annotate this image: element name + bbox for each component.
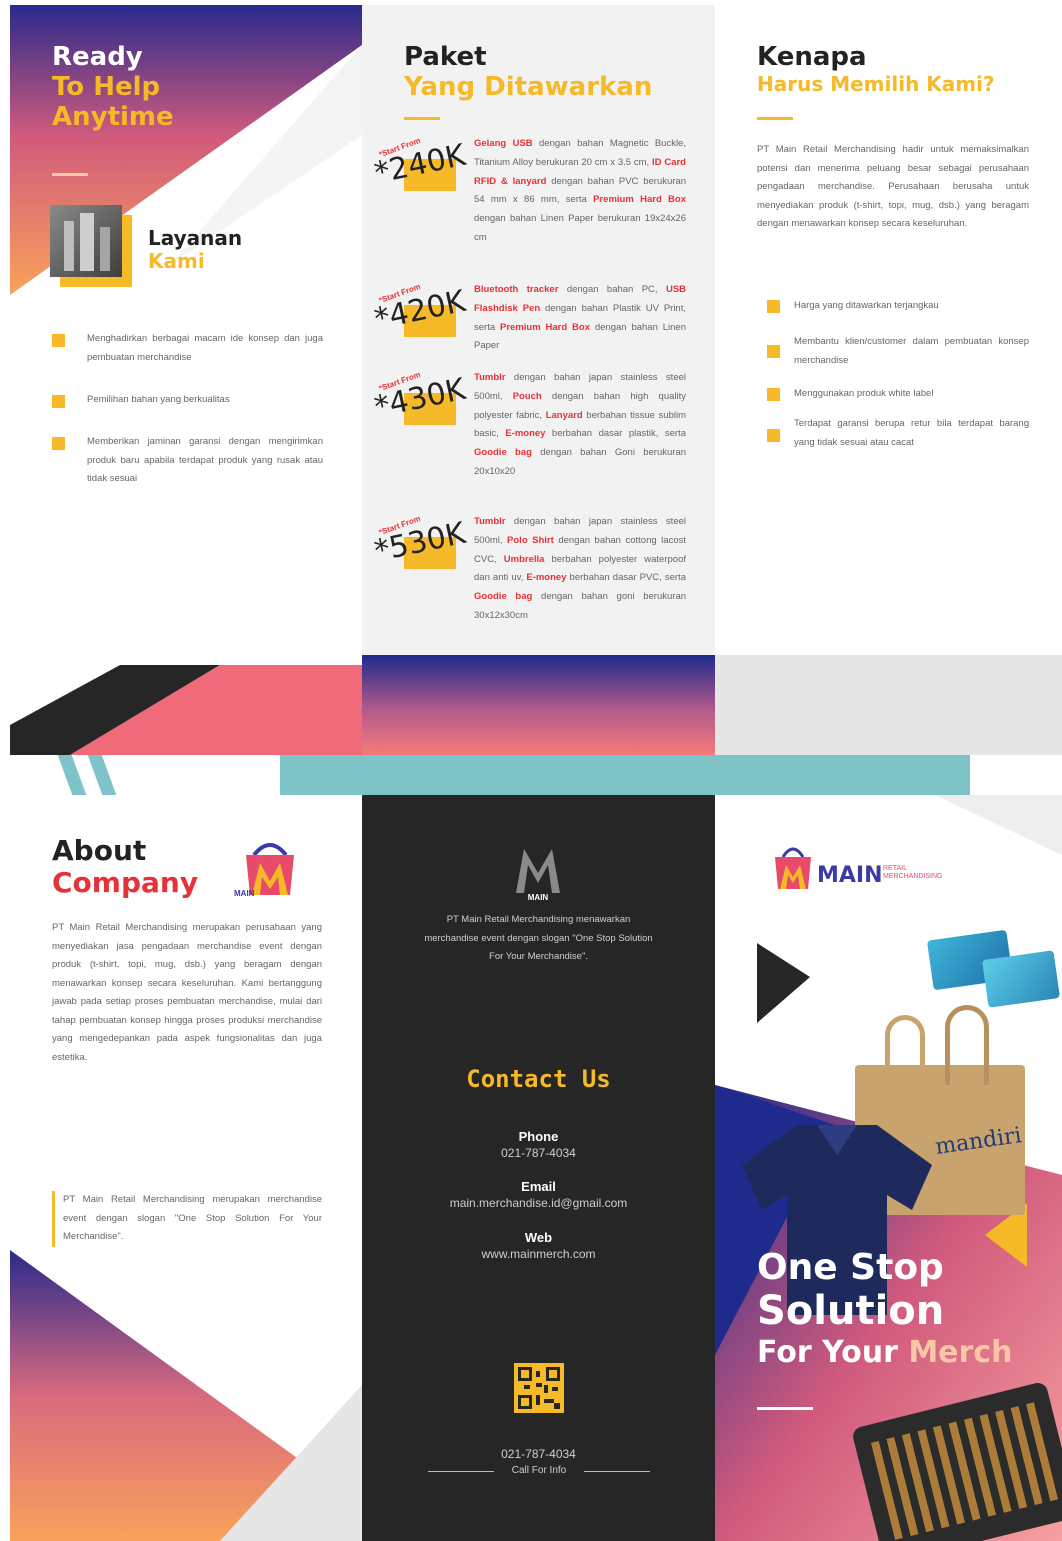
about-logo: MAIN — [230, 833, 310, 903]
why-title: Kenapa — [757, 42, 867, 72]
sheet-gap-decoration — [10, 755, 1062, 795]
bag-logo-text: mandiri — [933, 1123, 1024, 1160]
product-name: Premium Hard Box — [593, 194, 686, 206]
contact-email: Email main.merchandise.id@gmail.com — [449, 1179, 628, 1210]
price-badge: *Start From *530K — [371, 513, 469, 570]
card-image — [982, 950, 1060, 1008]
panel-why: Kenapa Harus Memilih Kami? PT Main Retai… — [715, 5, 1062, 755]
product-name: Pouch — [512, 390, 542, 402]
product-name: Gelang USB — [474, 138, 533, 149]
qr-phone: 021-787-4034 — [501, 1447, 576, 1461]
packages-title: Paket — [404, 42, 487, 72]
m-logo-icon — [516, 849, 560, 893]
why-item: Menggunakan produk white label — [767, 385, 1029, 404]
package-item: *Start From *240K Gelang USB dengan baha… — [371, 135, 704, 265]
bullet-square — [52, 334, 65, 347]
product-name: Tumblr — [474, 516, 506, 527]
bullet-square — [767, 388, 780, 401]
package-description: Bluetooth tracker dengan bahan PC, USB F… — [474, 281, 686, 356]
panel-services: Ready To Help Anytime Layanan Kami Mengh… — [10, 5, 362, 755]
product-detail: dengan bahan PC, — [558, 284, 666, 295]
product-name: Lanyard — [545, 409, 583, 421]
services-title: Layanan — [148, 226, 243, 250]
bullet-square — [767, 429, 780, 442]
product-name: Tumblr — [474, 372, 506, 383]
cover-brand: MAIN — [817, 863, 883, 888]
contact-web: Web www.mainmerch.com — [481, 1230, 596, 1261]
about-title-1: About — [52, 834, 147, 867]
why-paragraph: PT Main Retail Merchandising hadir untuk… — [757, 144, 1029, 230]
hero-line-2: To Help — [52, 71, 161, 102]
cover-line-3: For Your Merch — [757, 1335, 1013, 1371]
why-bottom-band — [715, 655, 1062, 755]
cover-line-1: One Stop — [757, 1247, 944, 1288]
shopping-bag-logo-icon — [775, 847, 811, 889]
cover-brand-sub: RETAIL MERCHANDISING — [883, 865, 943, 881]
packages-divider — [404, 117, 440, 120]
hero-line-1: Ready — [52, 42, 143, 72]
product-name: Premium Hard Box — [500, 321, 590, 333]
about-paragraph: PT Main Retail Merchandising merupakan p… — [52, 922, 322, 1063]
product-name: Bluetooth tracker — [474, 284, 559, 295]
brochure-outside: About Company MAIN PT Main Retail Mercha… — [10, 795, 1062, 1541]
package-item: *Start From *530K Tumblr dengan bahan ja… — [371, 513, 704, 643]
package-item: *Start From *420K Bluetooth tracker deng… — [371, 281, 704, 361]
product-detail: dengan bahan Linen Paper berukuran 19x24… — [474, 213, 686, 243]
price-badge: *Start From *240K — [371, 135, 469, 192]
bullet-square — [767, 300, 780, 313]
panel-cover: MAIN RETAIL MERCHANDISING mandiri One St… — [715, 795, 1062, 1541]
package-description: Tumblr dengan bahan japan stainless stee… — [474, 513, 686, 626]
why-item: Harga yang ditawarkan terjangkau — [767, 297, 1029, 316]
packages-subtitle: Yang Ditawarkan — [404, 71, 653, 102]
bullet-square — [52, 395, 65, 408]
panel-packages: Paket Yang Ditawarkan *Start From *240K … — [362, 5, 715, 755]
service-item: Pemilihan bahan yang berkualitas — [52, 391, 324, 410]
product-name: Goodie bag — [474, 591, 533, 603]
contact-title: Contact Us — [466, 1065, 611, 1093]
product-name: E-money — [526, 572, 567, 584]
bullet-square — [52, 437, 65, 450]
package-description: Tumblr dengan bahan japan stainless stee… — [474, 369, 686, 482]
why-divider — [757, 117, 793, 120]
product-name: Goodie bag — [474, 447, 532, 459]
hero-line-3: Anytime — [52, 101, 174, 132]
product-name: Umbrella — [503, 553, 545, 565]
cover-divider — [757, 1407, 813, 1410]
hero-divider — [52, 173, 88, 176]
why-item: Membantu klien/customer dalam pembuatan … — [767, 333, 1029, 370]
product-detail: berbahan dasar plastik, serta — [545, 428, 686, 440]
cover-line-2: Solution — [757, 1288, 945, 1335]
product-name: Polo Shirt — [507, 534, 554, 546]
contact-phone: Phone 021-787-4034 — [501, 1129, 576, 1160]
why-item: Terdapat garansi berupa retur bila terda… — [767, 415, 1029, 452]
about-logo-text: MAIN — [234, 889, 255, 898]
price-badge: *Start From *420K — [371, 281, 469, 338]
package-item: *Start From *430K Tumblr dengan bahan ja… — [371, 369, 704, 499]
qr-caption: Call For Info — [494, 1465, 584, 1476]
contact-logo-text: MAIN — [527, 893, 549, 902]
bullet-square — [767, 345, 780, 358]
panel-about: About Company MAIN PT Main Retail Mercha… — [10, 795, 362, 1541]
contact-intro: PT Main Retail Merchandising menawarkan … — [424, 914, 653, 963]
service-item: Menghadirkan berbagai macam ide konsep d… — [52, 330, 324, 367]
about-background — [10, 1250, 362, 1541]
services-subtitle: Kami — [148, 249, 205, 273]
about-quote: PT Main Retail Merchandising merupakan m… — [52, 1191, 322, 1247]
services-photo — [50, 205, 132, 287]
product-name: E-money — [505, 428, 546, 440]
qr-code-icon[interactable] — [514, 1363, 564, 1413]
product-detail: berbahan dasar PVC, serta — [566, 572, 686, 584]
panel-contact: MAIN PT Main Retail Merchandising menawa… — [362, 795, 715, 1541]
price-badge: *Start From *430K — [371, 369, 469, 426]
service-item: Memberikan jaminan garansi dengan mengir… — [52, 433, 324, 489]
package-description: Gelang USB dengan bahan Magnetic Buckle,… — [474, 135, 686, 248]
about-title-2: Company — [52, 866, 199, 900]
why-subtitle: Harus Memilih Kami? — [757, 71, 995, 96]
brochure-inside: Ready To Help Anytime Layanan Kami Mengh… — [10, 5, 1062, 755]
contact-logo: MAIN — [512, 843, 564, 903]
